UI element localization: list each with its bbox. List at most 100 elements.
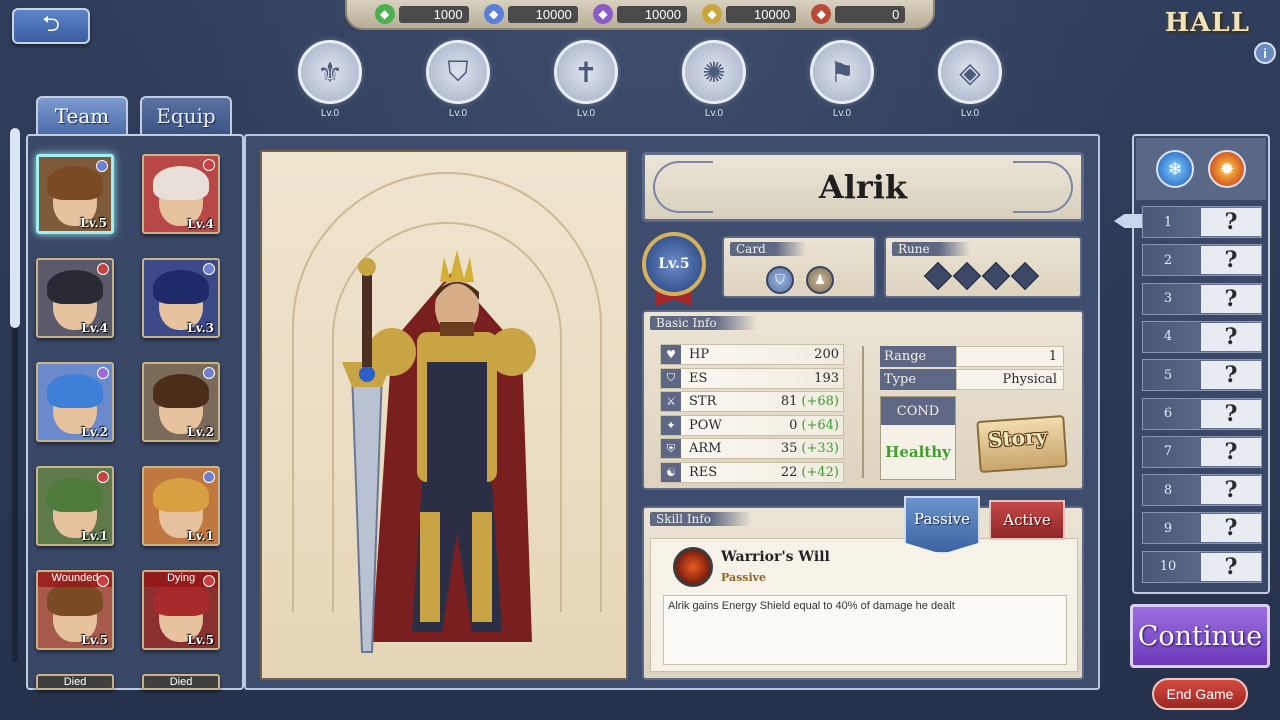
hero-card[interactable]: Lv.4 <box>142 154 220 234</box>
formation-slot[interactable]: 10? <box>1142 550 1262 583</box>
emblem-level: Lv.0 <box>832 108 852 119</box>
slot-number: 1 <box>1163 214 1173 230</box>
rune-slot-icon[interactable] <box>923 261 953 291</box>
unknown-slot-icon: ? <box>1201 437 1261 466</box>
story-button[interactable]: Story <box>974 408 1070 478</box>
purple-crystal-icon: ◆ <box>592 4 613 24</box>
currency-value: 10000 <box>507 5 578 23</box>
stat-divider <box>862 346 864 478</box>
rune-slot-icon[interactable] <box>981 261 1011 291</box>
rune-slot-icon[interactable] <box>952 261 982 291</box>
formation-slot[interactable]: 7? <box>1142 435 1262 468</box>
hero-card[interactable]: Lv.2 <box>36 362 114 442</box>
hero-card[interactable]: Lv.2 <box>142 362 220 442</box>
unknown-slot-icon: ? <box>1201 284 1261 313</box>
slot-number: 3 <box>1163 291 1173 307</box>
continue-button[interactable]: Continue <box>1130 604 1270 668</box>
hero-card[interactable]: Lv.4 <box>36 258 114 338</box>
stat-row: ✦ POW 0 (+64) <box>660 414 844 436</box>
unknown-slot-icon: ? <box>1201 208 1261 236</box>
green-gem-icon: ◆ <box>374 4 395 24</box>
fire-element-icon[interactable]: ✹ <box>1208 150 1246 188</box>
back-arrow-icon: ⮌ <box>42 12 60 37</box>
formation-slot[interactable]: 6? <box>1142 397 1262 430</box>
unknown-slot-icon: ? <box>1201 399 1261 428</box>
hero-card[interactable]: Died <box>142 674 220 690</box>
hero-card[interactable]: Lv.1 <box>36 466 114 546</box>
shield-crest-icon: ⛉ <box>426 40 490 104</box>
formation-slot[interactable]: 8? <box>1142 474 1262 507</box>
formation-slot[interactable]: 3? <box>1142 282 1262 315</box>
stat-label: STR <box>689 394 717 409</box>
page-title: HALL <box>1164 8 1250 38</box>
gold-shard-icon: ◆ <box>702 4 723 24</box>
currency-item: ◆ 10000 <box>483 4 578 24</box>
currency-value: 10000 <box>726 5 797 23</box>
hero-card[interactable]: Died <box>36 674 114 690</box>
emblem[interactable]: ⚜ Lv.0 <box>290 40 370 130</box>
ice-element-icon[interactable]: ❄ <box>1156 150 1194 188</box>
currency-bar: ◆ 1000 ◆ 10000 ◆ 10000 ◆ 10000 ◆ 0 <box>345 0 935 30</box>
character-portrait <box>260 150 628 680</box>
tab-equip[interactable]: Equip <box>140 96 232 134</box>
tab-team[interactable]: Team <box>36 96 128 134</box>
stat-list: ♥ HP 200 ⛉ ES 193 ⚔ STR 81 (+68) ✦ POW 0 (+64) ⛨ ARM 35(… <box>660 344 844 485</box>
hero-grid: Lv.5 Lv.4 Lv.4 Lv.3 Lv.2 Lv.2 Lv.1 Lv.1 Wounded L… <box>36 154 224 690</box>
stat-label: ARM <box>689 441 722 456</box>
resist-icon: ☯ <box>661 462 681 482</box>
condition-label: COND <box>881 397 955 425</box>
range-row: Range 1 <box>880 346 1064 367</box>
stat-label: POW <box>689 417 722 433</box>
formation-slot[interactable]: 4? <box>1142 320 1262 353</box>
element-icon <box>97 367 109 379</box>
emblem[interactable]: ⛉ Lv.0 <box>418 40 498 130</box>
shield-card-icon[interactable]: ⛉ <box>766 266 794 294</box>
tab-active[interactable]: Active <box>989 500 1065 540</box>
hero-level: Lv.3 <box>187 321 214 335</box>
formation-slot[interactable]: 5? <box>1142 359 1262 392</box>
back-button[interactable]: ⮌ <box>12 8 90 44</box>
hero-level: Lv.2 <box>81 425 108 439</box>
stat-label: ES <box>689 370 708 386</box>
emblem-level: Lv.0 <box>320 108 340 119</box>
emblem-level: Lv.0 <box>448 108 468 119</box>
rune-slot-icon[interactable] <box>1010 261 1040 291</box>
slot-number: 8 <box>1163 482 1173 498</box>
hero-level: Lv.1 <box>81 529 108 543</box>
element-icon <box>203 159 215 171</box>
hero-card[interactable]: Lv.5 <box>36 154 114 234</box>
emblem[interactable]: ◈ Lv.0 <box>930 40 1010 130</box>
stat-label: HP <box>689 347 710 362</box>
unknown-slot-icon: ? <box>1201 322 1261 351</box>
condition-value: Healthy <box>885 443 951 461</box>
wand-icon: ✦ <box>661 415 681 435</box>
hero-status-badge: Died <box>144 676 218 688</box>
formation-slot[interactable]: 1? <box>1142 206 1262 238</box>
unknown-slot-icon: ? <box>1201 361 1261 390</box>
hero-card[interactable]: Wounded Lv.5 <box>36 570 114 650</box>
formation-slot[interactable]: 9? <box>1142 512 1262 545</box>
stat-value: 200 <box>814 347 839 362</box>
emblem[interactable]: ⚑ Lv.0 <box>802 40 882 130</box>
end-game-button[interactable]: End Game <box>1152 678 1248 710</box>
roster-scroll-thumb[interactable] <box>10 128 20 328</box>
tab-passive[interactable]: Passive <box>904 496 980 554</box>
hero-card[interactable]: Dying Lv.5 <box>142 570 220 650</box>
heart-icon: ♥ <box>661 345 681 364</box>
emblem-level: Lv.0 <box>704 108 724 119</box>
hero-level: Lv.4 <box>187 217 214 231</box>
slot-number: 7 <box>1163 444 1173 460</box>
info-button[interactable]: i <box>1254 42 1276 64</box>
element-icon <box>96 160 108 172</box>
formation-slot[interactable]: 2? <box>1142 244 1262 277</box>
currency-item: ◆ 1000 <box>374 4 469 24</box>
emblem[interactable]: ✺ Lv.0 <box>674 40 754 130</box>
helmet-card-icon[interactable]: ♟ <box>806 266 834 294</box>
hero-card[interactable]: Lv.1 <box>142 466 220 546</box>
hero-card[interactable]: Lv.3 <box>142 258 220 338</box>
stat-row: ⛉ ES 193 <box>660 367 844 389</box>
currency-value: 0 <box>835 5 906 23</box>
element-icon <box>203 575 215 587</box>
emblem[interactable]: ✝ Lv.0 <box>546 40 626 130</box>
stat-bonus: (+42) <box>801 464 839 480</box>
